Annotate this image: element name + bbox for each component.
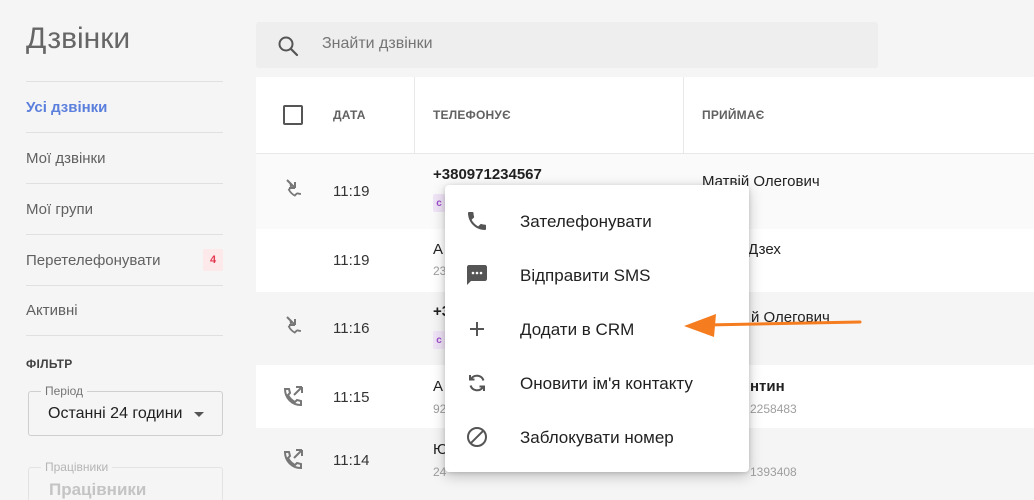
menu-item-label: Додати в CRM: [520, 320, 635, 339]
sidebar-item-callback[interactable]: Перетелефонувати 4: [26, 234, 223, 285]
sidebar-item-label: Мої дзвінки: [26, 149, 106, 167]
workers-legend: Працівники: [41, 460, 113, 474]
column-divider: [414, 77, 415, 154]
table-header: ДАТА ТЕЛЕФОНУЄ ПРИЙМАЄ: [256, 77, 1034, 154]
workers-select[interactable]: Працівники Працівники: [28, 460, 223, 500]
column-divider: [683, 77, 684, 154]
sidebar-item-label: Перетелефонувати: [26, 251, 161, 269]
receiver-sub: 2258483: [750, 402, 797, 416]
sidebar-item-label: Мої групи: [26, 200, 93, 218]
call-time: 11:19: [333, 252, 370, 269]
caller-number[interactable]: +380971234567: [433, 166, 542, 183]
callback-count-badge: 4: [203, 249, 223, 271]
column-header-receiver[interactable]: ПРИЙМАЄ: [702, 108, 764, 122]
menu-item-send-sms[interactable]: Відправити SMS: [445, 248, 749, 302]
call-time: 11:15: [333, 389, 370, 406]
page-title: Дзвінки: [26, 22, 131, 55]
sidebar-item-label: Усі дзвінки: [26, 98, 108, 116]
call-time: 11:16: [333, 320, 370, 337]
caller-name[interactable]: А: [433, 378, 443, 395]
sidebar-item-active[interactable]: Активні: [26, 285, 223, 336]
menu-item-refresh-contact[interactable]: Оновити ім'я контакту: [445, 356, 749, 410]
sms-icon: [467, 265, 487, 285]
menu-item-block-number[interactable]: Заблокувати номер: [445, 410, 749, 464]
menu-item-label: Зателефонувати: [520, 212, 652, 231]
sidebar-item-my-groups[interactable]: Мої групи: [26, 183, 223, 234]
menu-item-call[interactable]: Зателефонувати: [445, 194, 749, 248]
block-icon: [467, 427, 487, 447]
menu-item-label: Заблокувати номер: [520, 428, 674, 447]
chevron-down-icon: [194, 412, 204, 417]
column-header-caller[interactable]: ТЕЛЕФОНУЄ: [433, 108, 511, 122]
contact-tag: c: [433, 331, 445, 349]
search-input[interactable]: Знайти дзвінки: [322, 35, 433, 53]
sidebar-item-all-calls[interactable]: Усі дзвінки: [26, 81, 223, 132]
receiver-sub: 1393408: [750, 465, 797, 479]
menu-item-label: Оновити ім'я контакту: [520, 374, 693, 393]
sidebar: Дзвінки Усі дзвінки Мої дзвінки Мої груп…: [0, 0, 256, 500]
filter-title: ФІЛЬТР: [26, 357, 73, 371]
search-bar[interactable]: Знайти дзвінки: [256, 22, 878, 68]
contact-tag: c: [433, 194, 445, 212]
refresh-icon: [469, 374, 485, 392]
receiver-name: нтин: [750, 378, 785, 395]
outgoing-call-icon: [283, 386, 303, 407]
plus-icon: [470, 322, 484, 336]
search-icon: [278, 36, 299, 57]
incoming-call-icon: [286, 316, 301, 334]
receiver-name: Дзех: [748, 241, 781, 258]
select-all-checkbox[interactable]: [283, 105, 303, 125]
incoming-call-icon: [286, 179, 301, 197]
sidebar-item-label: Активні: [26, 302, 78, 319]
caller-name[interactable]: А: [433, 241, 443, 258]
sidebar-item-my-calls[interactable]: Мої дзвінки: [26, 132, 223, 183]
period-legend: Період: [41, 384, 88, 398]
call-time: 11:14: [333, 452, 370, 469]
sidebar-nav: Усі дзвінки Мої дзвінки Мої групи Перете…: [26, 81, 223, 336]
period-value: Останні 24 години: [48, 405, 183, 422]
call-time: 11:19: [333, 183, 370, 200]
period-select[interactable]: Період Останні 24 години: [28, 384, 223, 436]
phone-icon: [468, 212, 486, 230]
menu-item-label: Відправити SMS: [520, 266, 651, 285]
workers-value: Працівники: [49, 480, 147, 499]
annotation-arrow-icon: [684, 314, 862, 337]
column-header-date[interactable]: ДАТА: [333, 108, 366, 122]
outgoing-call-icon: [283, 449, 303, 470]
